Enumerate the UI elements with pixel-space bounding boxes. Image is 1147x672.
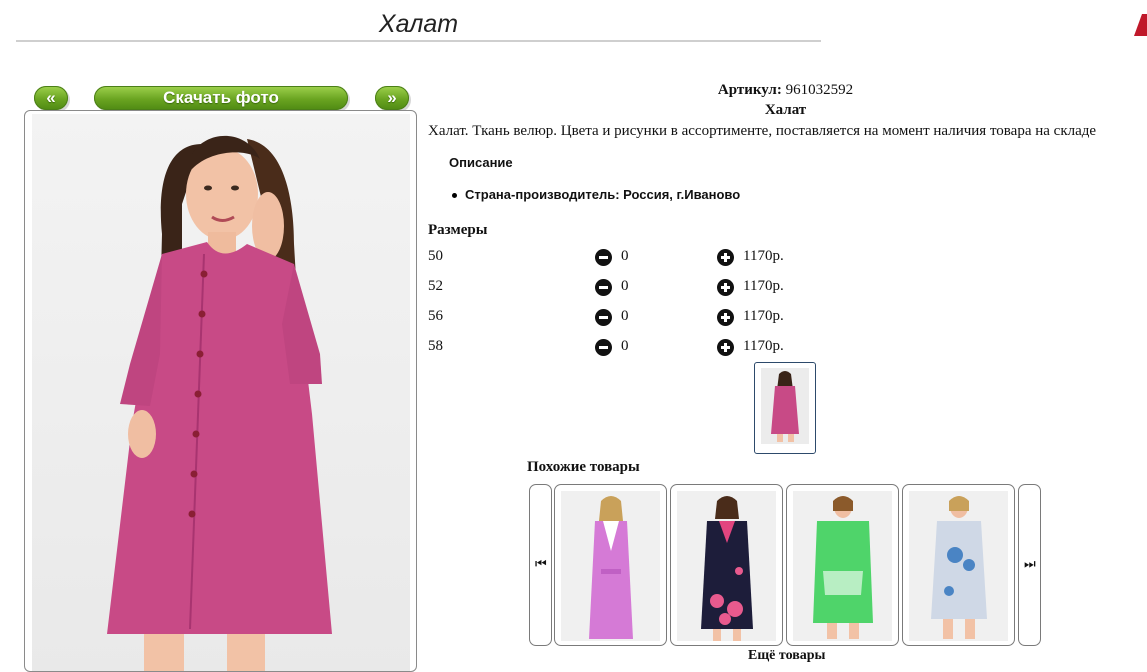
carousel-next-button[interactable]: ⏭	[1018, 484, 1041, 646]
size-price: 1170р.	[743, 278, 784, 294]
quantity-value: 0	[621, 278, 629, 294]
increase-quantity-icon[interactable]	[717, 309, 734, 326]
decrease-quantity-icon[interactable]	[595, 339, 612, 356]
decrease-quantity-icon[interactable]	[595, 309, 612, 326]
close-icon[interactable]	[1133, 14, 1147, 36]
increase-quantity-icon[interactable]	[717, 249, 734, 266]
product-name: Халат	[764, 102, 807, 118]
title-divider	[16, 40, 821, 42]
similar-products-heading: Похожие товары	[527, 459, 640, 475]
similar-product-image	[561, 491, 660, 641]
next-photo-button[interactable]: »	[375, 86, 409, 110]
skip-next-icon: ⏭	[1024, 557, 1036, 572]
size-price: 1170р.	[743, 248, 784, 264]
size-label: 58	[428, 338, 443, 354]
similar-product-image	[677, 491, 776, 641]
quantity-value: 0	[621, 338, 629, 354]
size-price: 1170р.	[743, 338, 784, 354]
sku-value: 961032592	[785, 82, 854, 98]
increase-quantity-icon[interactable]	[717, 279, 734, 296]
size-label: 50	[428, 248, 443, 264]
similar-product-card[interactable]	[786, 484, 899, 646]
sku-label: Артикул:	[717, 82, 782, 98]
photo-thumbnail[interactable]	[754, 362, 816, 454]
size-label: 52	[428, 278, 443, 294]
decrease-quantity-icon[interactable]	[595, 279, 612, 296]
size-label: 56	[428, 308, 443, 324]
thumbnail-image	[761, 368, 809, 444]
sku-line: Артикул: 961032592	[428, 82, 1143, 99]
similar-product-card[interactable]	[902, 484, 1015, 646]
page-title: Халат	[378, 10, 459, 38]
main-product-photo[interactable]	[32, 114, 410, 671]
similar-product-image	[909, 491, 1008, 641]
similar-product-image	[793, 491, 892, 641]
increase-quantity-icon[interactable]	[717, 339, 734, 356]
quantity-value: 0	[621, 308, 629, 324]
similar-product-card[interactable]	[670, 484, 783, 646]
quantity-value: 0	[621, 248, 629, 264]
similar-product-card[interactable]	[554, 484, 667, 646]
bullet-icon	[452, 193, 457, 199]
carousel-previous-button[interactable]: ⏮	[529, 484, 552, 646]
description-heading: Описание	[449, 155, 513, 170]
feature-item: Страна-производитель: Россия, г.Иваново	[452, 187, 740, 202]
previous-photo-button[interactable]: «	[34, 86, 68, 110]
more-products-link[interactable]: Ещё товары	[748, 648, 826, 664]
skip-previous-icon: ⏮	[535, 557, 547, 572]
size-price: 1170р.	[743, 308, 784, 324]
sizes-heading: Размеры	[428, 222, 488, 238]
download-photo-button[interactable]: Скачать фото	[94, 86, 348, 110]
feature-text: Страна-производитель: Россия, г.Иваново	[465, 187, 741, 202]
product-description: Халат. Ткань велюр. Цвета и рисунки в ас…	[428, 123, 1097, 139]
decrease-quantity-icon[interactable]	[595, 249, 612, 266]
main-photo-frame	[24, 110, 417, 672]
